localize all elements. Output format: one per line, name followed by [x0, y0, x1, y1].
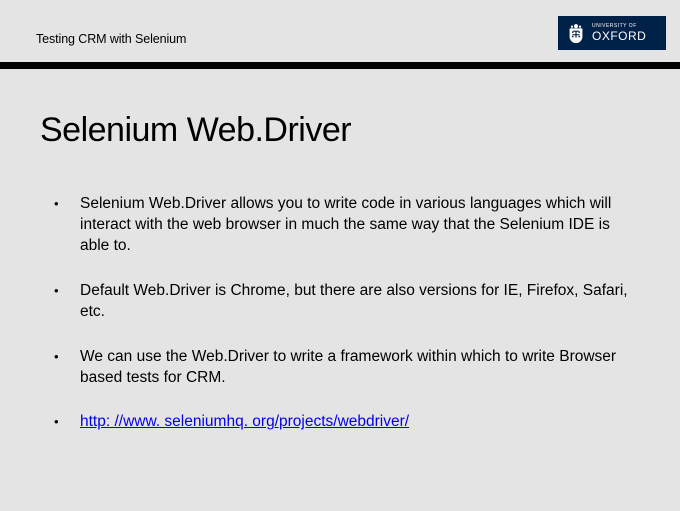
- bullet-icon: •: [54, 347, 80, 389]
- list-item: • Selenium Web.Driver allows you to writ…: [54, 194, 636, 257]
- list-item: • We can use the Web.Driver to write a f…: [54, 347, 636, 389]
- divider-bar: [0, 62, 680, 69]
- slide-header: Testing CRM with Selenium UNIVERSITY OF …: [0, 0, 680, 62]
- bullet-text: We can use the Web.Driver to write a fra…: [80, 347, 636, 389]
- slide-title: Selenium Web.Driver: [40, 111, 636, 150]
- webdriver-link[interactable]: http: //www. seleniumhq. org/projects/we…: [80, 412, 636, 433]
- bullet-icon: •: [54, 194, 80, 257]
- list-item: • Default Web.Driver is Chrome, but ther…: [54, 281, 636, 323]
- header-subtitle: Testing CRM with Selenium: [36, 32, 186, 46]
- bullet-icon: •: [54, 281, 80, 323]
- oxford-logo: UNIVERSITY OF OXFORD: [558, 16, 666, 50]
- bullet-list: • Selenium Web.Driver allows you to writ…: [40, 194, 636, 433]
- oxford-crest-icon: [562, 20, 590, 46]
- logo-big-text: OXFORD: [592, 30, 646, 42]
- slide-content: Selenium Web.Driver • Selenium Web.Drive…: [0, 69, 680, 433]
- oxford-logo-text: UNIVERSITY OF OXFORD: [592, 24, 646, 42]
- bullet-text: Selenium Web.Driver allows you to write …: [80, 194, 636, 257]
- bullet-icon: •: [54, 412, 80, 433]
- list-item: • http: //www. seleniumhq. org/projects/…: [54, 412, 636, 433]
- bullet-text: Default Web.Driver is Chrome, but there …: [80, 281, 636, 323]
